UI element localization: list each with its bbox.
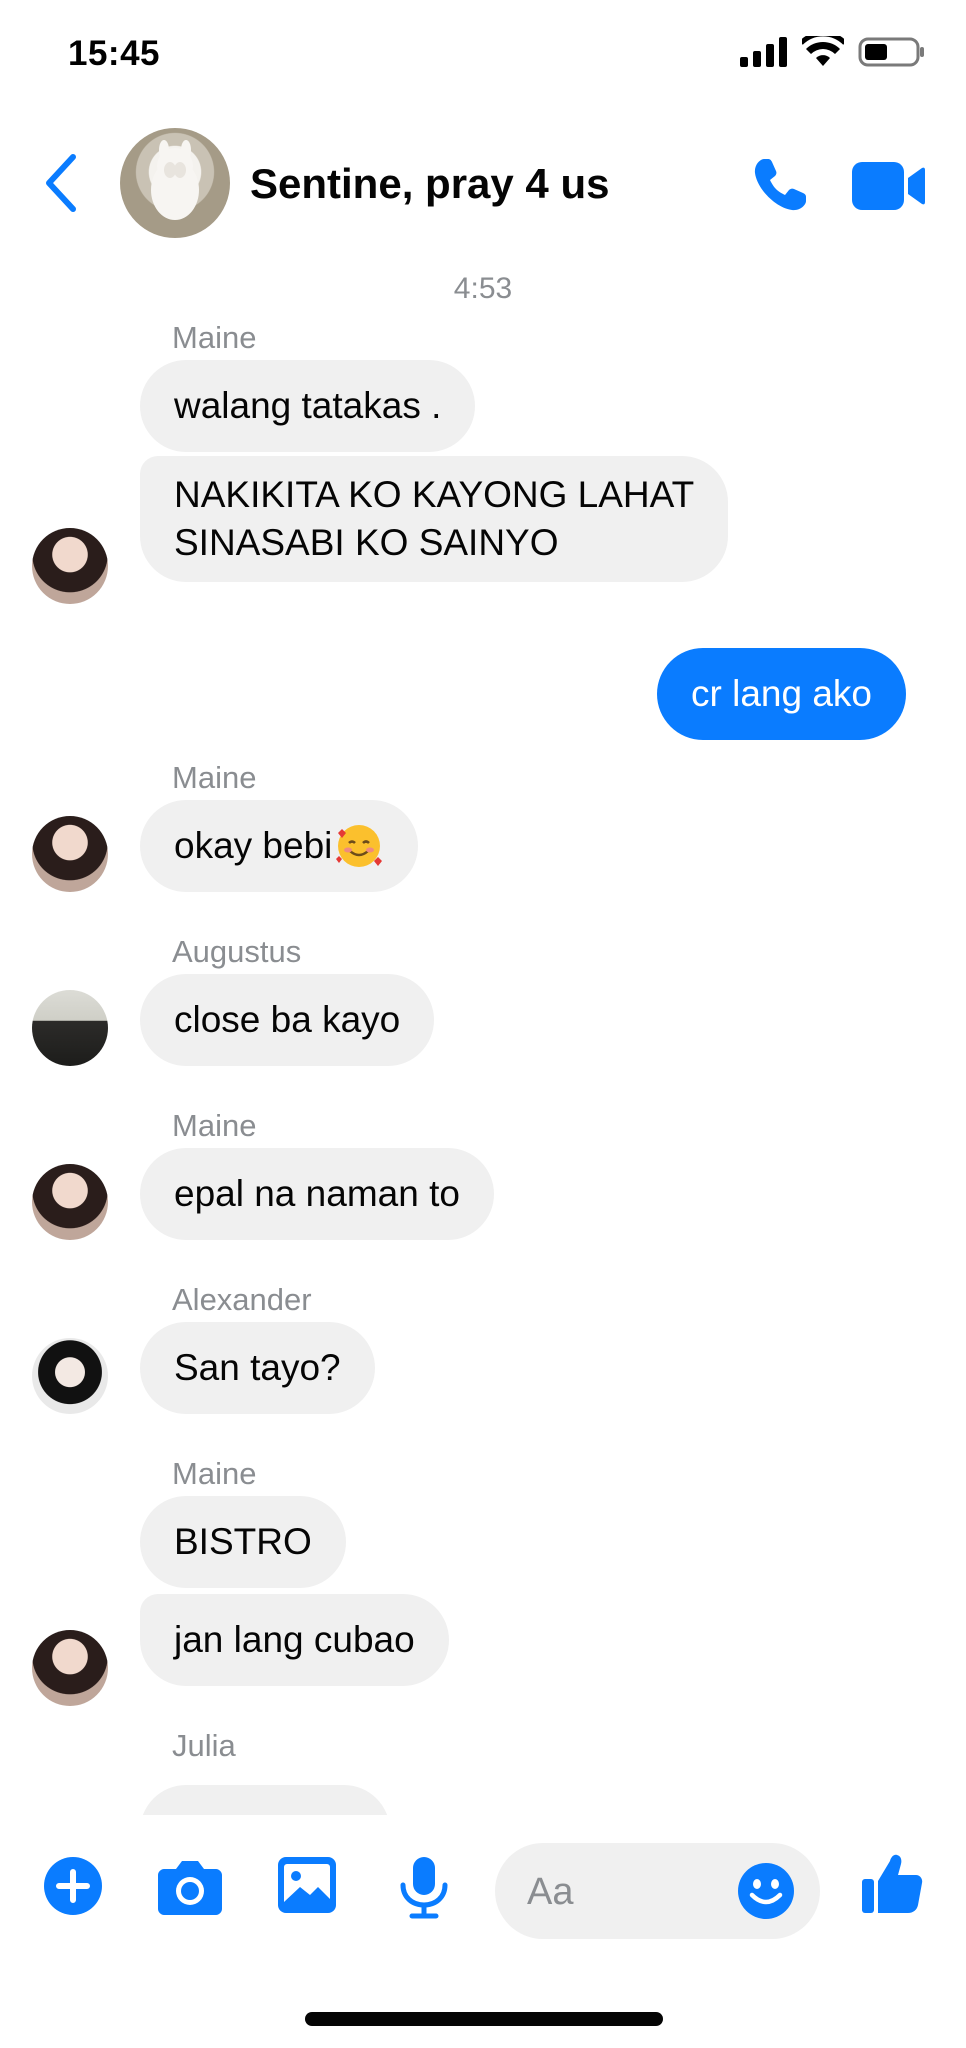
thread-timestamp: 4:53 — [453, 272, 513, 305]
avatar-maine[interactable] — [32, 1164, 108, 1240]
sender-name: Julia — [172, 1728, 236, 1763]
chat-header: Sentine, pray 4 us — [0, 110, 966, 260]
phone-icon — [754, 159, 806, 211]
status-bar: 15:45 — [0, 0, 966, 110]
avatar-maine[interactable] — [32, 528, 108, 604]
plus-icon[interactable] — [42, 1855, 104, 1917]
emoji-icon[interactable] — [736, 1861, 796, 1921]
chat-title[interactable]: Sentine, pray 4 us — [250, 160, 609, 208]
back-chevron-icon — [46, 154, 76, 212]
group-avatar-image — [151, 140, 199, 220]
message-bubble-partial[interactable] — [140, 1785, 390, 1815]
avatar-augustus[interactable] — [32, 990, 108, 1066]
message-bubble[interactable]: close ba kayo — [140, 974, 435, 1066]
wifi-icon — [802, 36, 844, 66]
message-bubble[interactable]: jan lang cubao — [140, 1594, 449, 1686]
avatar-maine[interactable] — [32, 816, 108, 892]
battery-icon — [858, 37, 924, 67]
back-button[interactable] — [36, 148, 86, 218]
sender-name: Alexander — [172, 1282, 312, 1317]
group-avatar[interactable] — [120, 128, 230, 238]
message-input[interactable] — [525, 1843, 729, 1941]
video-call-button[interactable] — [850, 158, 926, 214]
message-thread[interactable]: 4:53 Maine walang tatakas . NAKIKITA KO … — [0, 260, 966, 1815]
sender-name: Maine — [172, 760, 257, 795]
message-bubble[interactable]: epal na naman to — [140, 1148, 494, 1240]
status-icons — [740, 36, 926, 68]
message-bubble[interactable]: San tayo? — [140, 1322, 375, 1414]
thumbs-up-icon[interactable] — [860, 1851, 924, 1915]
video-camera-icon — [852, 162, 925, 210]
home-indicator — [305, 2012, 663, 2026]
message-composer — [0, 1815, 966, 1955]
sender-name: Maine — [172, 1108, 257, 1143]
message-text: okay bebi — [174, 825, 333, 866]
smiling-face-with-hearts-icon — [336, 825, 383, 867]
signal-icon — [740, 37, 787, 67]
microphone-icon[interactable] — [398, 1855, 450, 1919]
message-input-container[interactable] — [495, 1843, 820, 1941]
message-bubble[interactable]: walang tatakas . — [140, 360, 476, 452]
voice-call-button[interactable] — [750, 155, 810, 215]
sender-name: Maine — [172, 1456, 257, 1491]
avatar-alexander[interactable] — [32, 1338, 108, 1414]
avatar-maine[interactable] — [32, 1630, 108, 1706]
message-bubble[interactable]: BISTRO — [140, 1496, 346, 1588]
message-bubble[interactable]: okay bebi — [140, 800, 419, 892]
message-bubble[interactable]: NAKIKITA KO KAYONG LAHAT SINASABI KO SAI… — [140, 456, 729, 582]
camera-icon[interactable] — [156, 1855, 224, 1917]
sender-name: Augustus — [172, 934, 302, 969]
status-time: 15:45 — [68, 34, 161, 73]
sender-name: Maine — [172, 320, 257, 355]
gallery-icon[interactable] — [276, 1855, 338, 1917]
my-message-bubble[interactable]: cr lang ako — [657, 648, 906, 740]
